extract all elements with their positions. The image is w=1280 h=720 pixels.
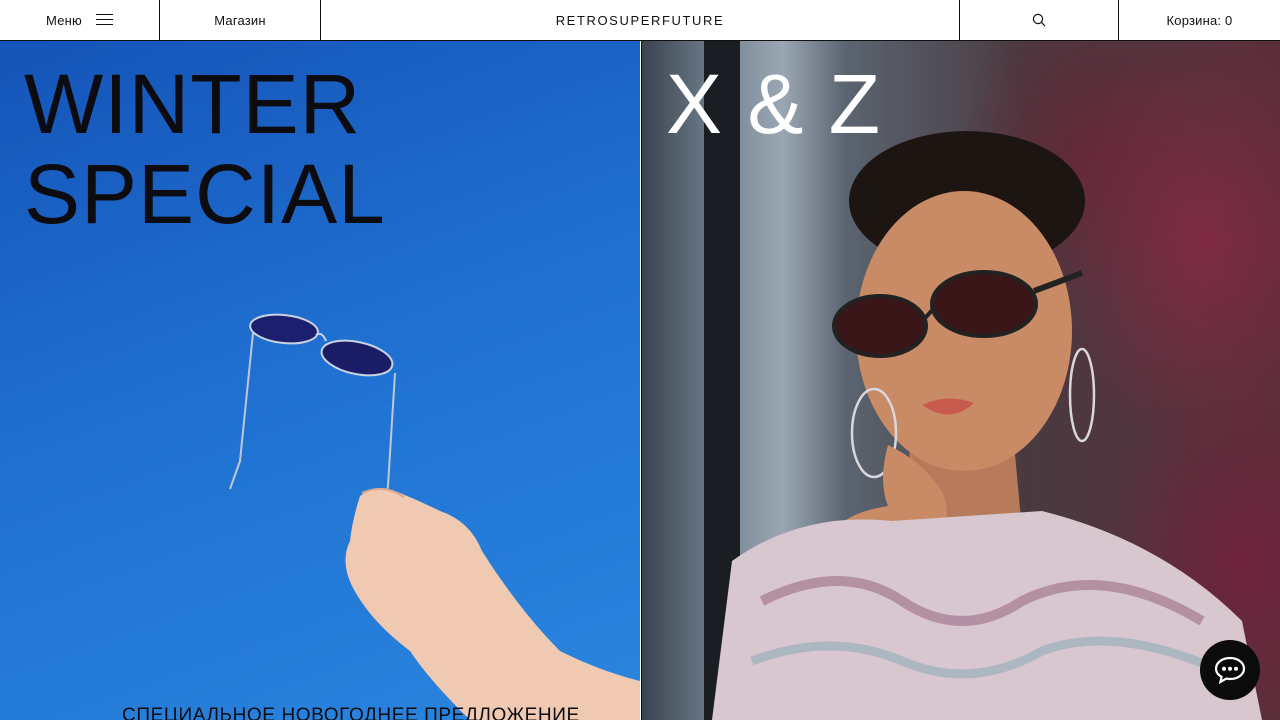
shop-link[interactable]: Магазин bbox=[160, 0, 321, 40]
search-icon bbox=[1032, 13, 1046, 27]
menu-button[interactable]: Меню bbox=[0, 0, 160, 40]
promo-winter-special[interactable]: WINTER SPECIAL СПЕЦИАЛЬНОЕ НОВОГОДНЕЕ ПР… bbox=[0, 41, 640, 720]
brand-logo[interactable]: RETROSUPERFUTURE bbox=[321, 0, 960, 40]
chat-button[interactable] bbox=[1200, 640, 1260, 700]
top-nav: Меню Магазин RETROSUPERFUTURE Корзина: 0 bbox=[0, 0, 1280, 41]
sunglasses-image bbox=[229, 313, 640, 720]
cart-button[interactable]: Корзина: 0 bbox=[1119, 0, 1280, 40]
chat-bubble-icon bbox=[1214, 656, 1246, 684]
search-button[interactable] bbox=[960, 0, 1119, 40]
promo-subtitle: СПЕЦИАЛЬНОЕ НОВОГОДНЕЕ ПРЕДЛОЖЕНИЕ bbox=[122, 705, 580, 720]
promo-x-and-z[interactable]: X & Z bbox=[641, 41, 1280, 720]
menu-label: Меню bbox=[46, 12, 82, 28]
hamburger-icon bbox=[95, 14, 113, 26]
promo-title: X & Z bbox=[666, 57, 882, 151]
